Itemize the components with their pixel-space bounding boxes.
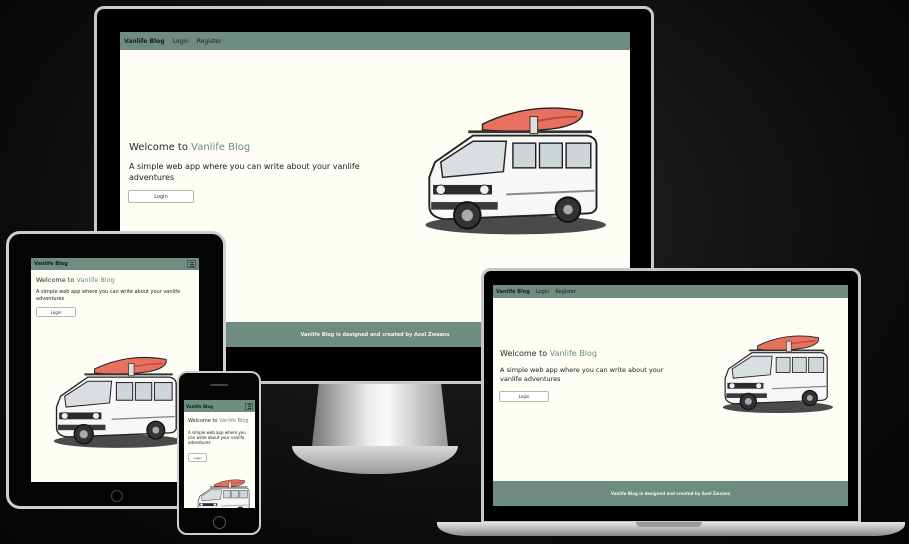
nav-login-link[interactable]: Login — [536, 289, 550, 295]
login-button[interactable]: Login — [36, 307, 76, 317]
tagline-text: A simple web app where you can write abo… — [500, 366, 664, 383]
tagline-text: A simple web app where you can write abo… — [188, 430, 246, 445]
login-button[interactable]: Login — [499, 391, 549, 402]
brand-link[interactable]: Vanlife Blog — [496, 289, 530, 295]
footer-text: Vanlife Blog is designed and created by … — [610, 491, 731, 496]
nav-register-link[interactable]: Register — [197, 38, 222, 45]
macbook-screen: Vanlife Blog Login Register Welcome to V… — [493, 285, 848, 506]
macbook-notch — [636, 522, 702, 527]
footer-text: Vanlife Blog is designed and created by … — [300, 331, 450, 338]
iphone-speaker — [210, 384, 228, 386]
brand-link[interactable]: Vanlife Blog — [186, 404, 213, 409]
camper-van-illustration — [416, 102, 606, 247]
nav-register-link[interactable]: Register — [555, 289, 576, 295]
imac-stand — [312, 384, 448, 446]
tagline-text: A simple web app where you can write abo… — [36, 289, 181, 302]
camper-van-illustration — [717, 333, 833, 420]
navbar: Vanlife Blog Login Register — [493, 285, 848, 298]
tagline-text: A simple web app where you can write abo… — [129, 162, 360, 182]
welcome-heading: Welcome to Vanlife Blog — [129, 142, 251, 153]
navbar: Vanlife Blog — [184, 400, 255, 412]
login-button[interactable]: Login — [188, 453, 207, 462]
nav-login-link[interactable]: Login — [173, 38, 189, 45]
imac-stand-base — [292, 446, 458, 474]
hamburger-menu-icon[interactable] — [187, 260, 196, 268]
ipad-screen: Vanlife Blog Welcome to Vanlife Blog A s… — [31, 258, 199, 482]
ipad-home-button — [111, 490, 123, 502]
brand-link[interactable]: Vanlife Blog — [124, 38, 165, 45]
login-button[interactable]: Login — [128, 190, 194, 203]
welcome-heading: Welcome to Vanlife Blog — [188, 418, 249, 424]
camper-van-illustration — [194, 478, 252, 508]
navbar: Vanlife Blog Login Register — [120, 32, 630, 50]
iphone-home-button — [213, 516, 226, 529]
camper-van-illustration — [47, 354, 183, 456]
hamburger-menu-icon[interactable] — [245, 402, 253, 410]
iphone-screen: Vanlife Blog Welcome to Vanlife Blog A s… — [184, 400, 255, 508]
navbar: Vanlife Blog — [31, 258, 199, 270]
welcome-heading: Welcome to Vanlife Blog — [36, 276, 115, 284]
footer: Vanlife Blog is designed and created by … — [493, 481, 848, 506]
brand-link[interactable]: Vanlife Blog — [34, 261, 68, 267]
welcome-heading: Welcome to Vanlife Blog — [500, 349, 597, 358]
